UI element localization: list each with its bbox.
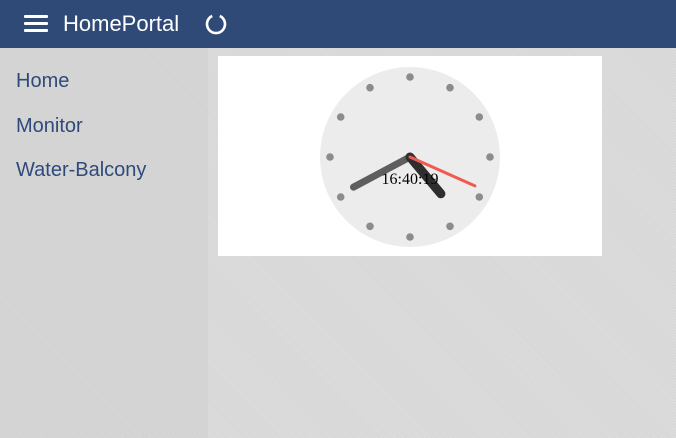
clock-card: 16:40:19 [218, 56, 602, 256]
clock-hour-marker [366, 83, 374, 92]
analog-clock: 16:40:19 [320, 67, 500, 247]
clock-hour-marker [475, 113, 484, 121]
hamburger-menu-icon [24, 15, 48, 18]
clock-hour-marker [406, 73, 414, 81]
clock-hour-marker [475, 193, 484, 201]
clock-hour-marker [406, 233, 414, 241]
clock-hour-marker [326, 153, 334, 161]
app-title: HomePortal [63, 11, 180, 36]
sidebar-nav: Home Monitor Water-Balcony [0, 48, 208, 438]
clock-hour-marker [486, 153, 494, 161]
clock-hour-marker [336, 193, 345, 201]
clock-hour-marker [366, 222, 374, 231]
sidebar-item-water-balcony[interactable]: Water-Balcony [16, 158, 146, 182]
menu-button[interactable] [20, 12, 52, 36]
hamburger-menu-icon-bottom [24, 29, 48, 32]
sidebar-item-home[interactable]: Home [16, 69, 69, 93]
top-app-bar: HomePortal [0, 0, 676, 48]
clock-hour-marker [446, 83, 454, 92]
refresh-icon [205, 14, 227, 35]
hamburger-menu-icon-middle [24, 22, 48, 25]
refresh-button[interactable] [203, 11, 229, 37]
clock-hour-marker [446, 222, 454, 231]
clock-hour-marker [336, 113, 345, 121]
clock-digital-time: 16:40:19 [382, 171, 439, 188]
sidebar-item-monitor[interactable]: Monitor [16, 114, 83, 138]
